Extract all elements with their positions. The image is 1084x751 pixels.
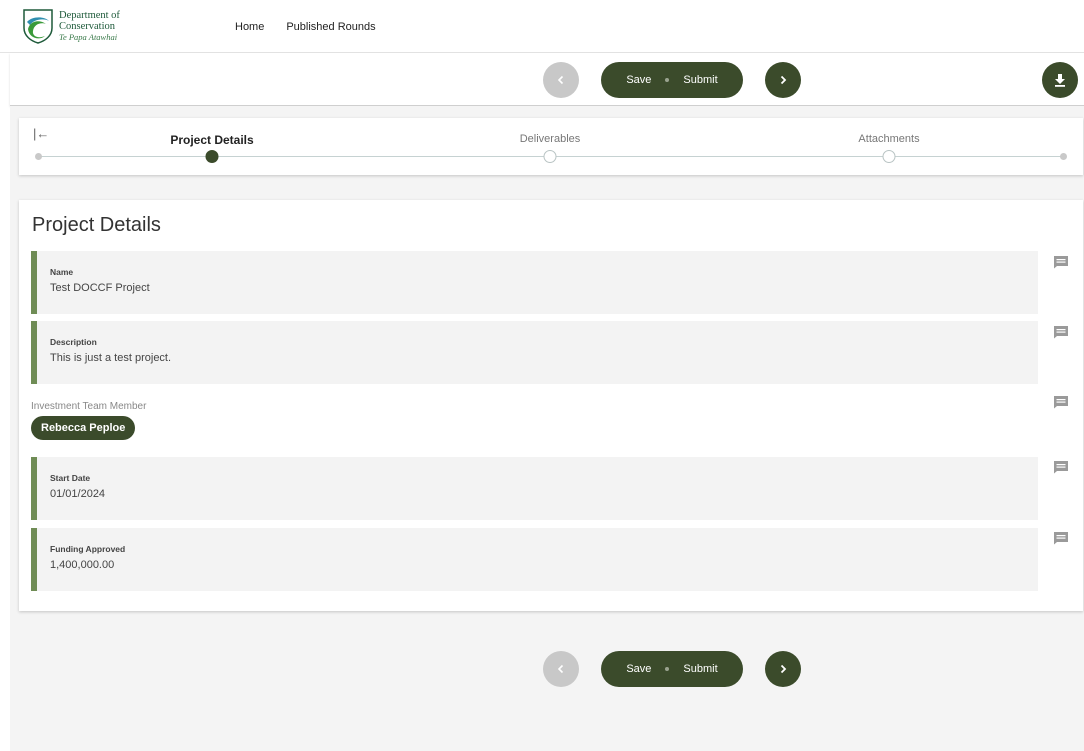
top-nav: Home Published Rounds xyxy=(235,21,376,33)
submit-button-top[interactable]: Submit xyxy=(683,74,717,86)
save-button-top[interactable]: Save xyxy=(626,74,651,86)
next-button-bottom[interactable] xyxy=(765,651,801,687)
comment-icon-team[interactable] xyxy=(1053,395,1069,409)
step-end-marker xyxy=(1060,153,1067,160)
prev-button-top[interactable] xyxy=(543,62,579,98)
step-start-marker xyxy=(35,153,42,160)
funding-approved-field: Funding Approved 1,400,000.00 xyxy=(31,528,1038,591)
collapse-sidebar-icon[interactable]: |← xyxy=(33,126,49,141)
team-member-chip[interactable]: Rebecca Peploe xyxy=(31,416,136,440)
separator-dot xyxy=(665,667,670,671)
logo-line-2: Conservation xyxy=(59,20,115,32)
download-button[interactable] xyxy=(1042,62,1078,98)
prev-button-bottom[interactable] xyxy=(543,651,579,687)
description-value: This is just a test project. xyxy=(50,352,172,364)
funding-approved-value: 1,400,000.00 xyxy=(50,559,115,571)
start-date-label: Start Date xyxy=(50,473,91,483)
comment-icon-start-date[interactable] xyxy=(1053,460,1069,474)
next-button-top[interactable] xyxy=(765,62,801,98)
name-label: Name xyxy=(50,267,74,277)
description-field: Description This is just a test project. xyxy=(31,321,1038,384)
submit-button-bottom[interactable]: Submit xyxy=(683,663,717,675)
save-submit-group-top: Save Submit xyxy=(601,62,743,98)
download-icon xyxy=(1055,73,1065,87)
chevron-left-icon xyxy=(557,664,564,674)
app-header: Department of Conservation Te Papa Atawh… xyxy=(0,0,1084,53)
name-field: Name Test DOCCF Project xyxy=(31,251,1038,314)
step-dot-project-details[interactable] xyxy=(205,150,219,163)
logo-line-1: Department of xyxy=(59,9,120,21)
comment-icon-name[interactable] xyxy=(1053,255,1069,269)
save-submit-group-bottom: Save Submit xyxy=(601,651,743,687)
step-label-attachments[interactable]: Attachments xyxy=(858,133,919,145)
separator-dot xyxy=(665,78,670,82)
start-date-value: 01/01/2024 xyxy=(50,488,106,500)
action-toolbar-top: Save Submit xyxy=(10,53,1084,106)
name-value: Test DOCCF Project xyxy=(50,282,150,294)
chevron-right-icon xyxy=(780,664,787,674)
description-label: Description xyxy=(50,337,97,347)
step-dot-attachments[interactable] xyxy=(882,150,896,163)
funding-approved-label: Funding Approved xyxy=(50,544,126,554)
start-date-field: Start Date 01/01/2024 xyxy=(31,457,1038,520)
project-details-card: Project Details Name Test DOCCF Project … xyxy=(19,200,1083,611)
comment-icon-description[interactable] xyxy=(1053,325,1069,339)
logo-line-3: Te Papa Atawhai xyxy=(59,31,118,42)
team-member-label: Investment Team Member xyxy=(31,401,147,412)
step-label-project-details[interactable]: Project Details xyxy=(170,133,253,147)
nav-home-link[interactable]: Home xyxy=(235,21,264,33)
page-title: Project Details xyxy=(32,214,161,236)
nav-published-rounds-link[interactable]: Published Rounds xyxy=(286,21,375,33)
chevron-left-icon xyxy=(557,75,564,85)
step-dot-deliverables[interactable] xyxy=(543,150,557,163)
save-button-bottom[interactable]: Save xyxy=(626,663,651,675)
step-label-deliverables[interactable]: Deliverables xyxy=(520,133,581,145)
doc-shield-icon xyxy=(23,9,53,44)
doc-logo[interactable]: Department of Conservation Te Papa Atawh… xyxy=(22,8,120,44)
comment-icon-funding[interactable] xyxy=(1053,531,1069,545)
chevron-right-icon xyxy=(780,75,787,85)
step-progress: |← Project Details Deliverables Attachme… xyxy=(19,118,1083,175)
